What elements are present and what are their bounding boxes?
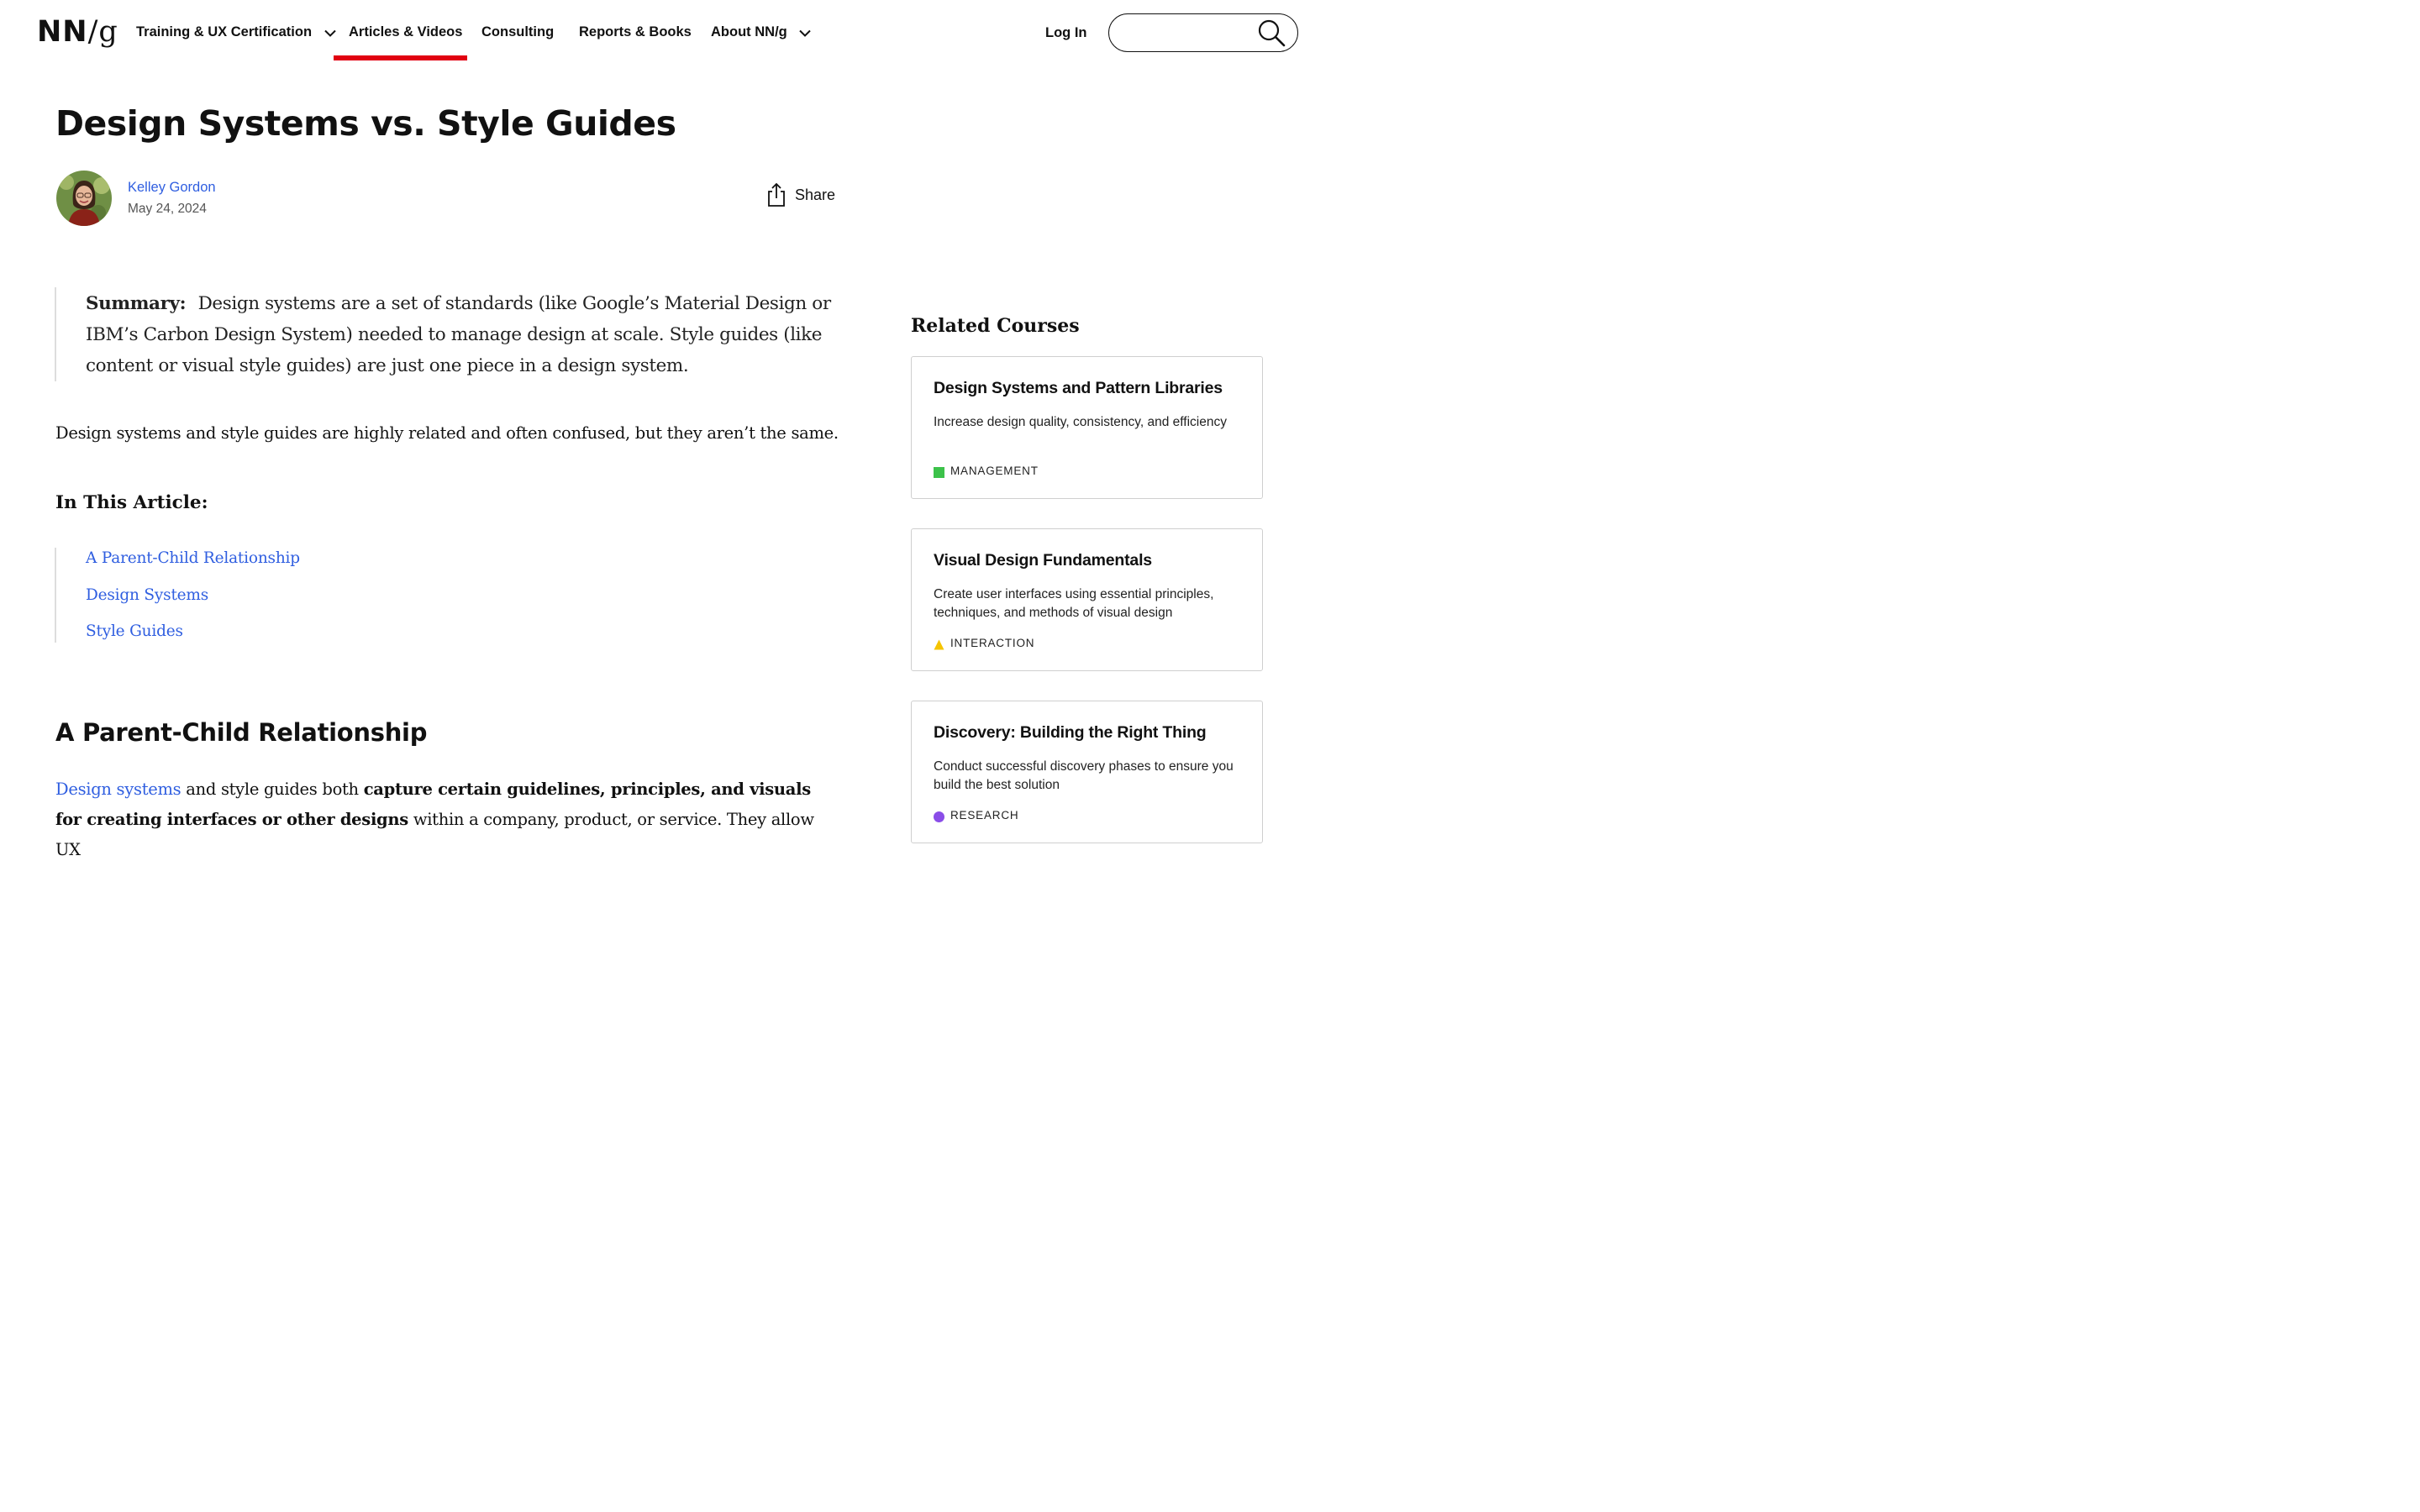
- tag-label: INTERACTION: [950, 637, 1035, 649]
- author-link[interactable]: Kelley Gordon: [128, 177, 216, 197]
- summary-label: Summary:: [86, 293, 187, 314]
- chevron-down-icon: [799, 21, 812, 45]
- circle-icon: [934, 811, 944, 822]
- intro-paragraph: Design systems and style guides are high…: [55, 423, 839, 443]
- course-title: Visual Design Fundamentals: [934, 551, 1152, 570]
- course-card[interactable]: Design Systems and Pattern Libraries Inc…: [911, 356, 1263, 499]
- nng-logo[interactable]: NN/g: [37, 12, 118, 52]
- nav-training[interactable]: Training & UX Certification: [136, 20, 336, 45]
- course-description: Conduct successful discovery phases to e…: [934, 759, 1234, 792]
- section-heading: A Parent-Child Relationship: [55, 718, 428, 747]
- summary-text: Design systems are a set of standards (l…: [86, 293, 831, 376]
- course-card[interactable]: Visual Design Fundamentals Create user i…: [911, 528, 1263, 671]
- body-paragraph: Design systems and style guides both cap…: [55, 774, 829, 865]
- share-label: Share: [795, 186, 836, 203]
- article-summary: Summary: Design systems are a set of sta…: [86, 288, 846, 381]
- tag-label: MANAGEMENT: [950, 465, 1039, 477]
- triangle-icon: [934, 638, 944, 650]
- tag-label: RESEARCH: [950, 809, 1019, 822]
- chevron-down-icon: [324, 21, 336, 45]
- nav-about-label: About NN/g: [711, 24, 787, 39]
- nav-consulting-label: Consulting: [481, 24, 555, 39]
- active-nav-indicator: [334, 55, 467, 60]
- toc-heading: In This Article:: [55, 492, 208, 513]
- course-description: Create user interfaces using essential p…: [934, 587, 1214, 620]
- page-title: Design Systems vs. Style Guides: [55, 103, 676, 144]
- design-systems-link[interactable]: Design systems: [55, 780, 182, 799]
- site-header: NN/g Training & UX Certification Article…: [0, 0, 1318, 64]
- nav-training-label: Training & UX Certification: [136, 24, 313, 39]
- author-avatar[interactable]: [56, 171, 112, 226]
- nav-reports-books[interactable]: Reports & Books: [579, 20, 692, 44]
- toc-divider: [55, 548, 56, 643]
- nav-reports-label: Reports & Books: [579, 24, 692, 39]
- square-icon: [934, 466, 944, 478]
- share-icon: [766, 182, 786, 212]
- search-input[interactable]: [1124, 21, 1259, 45]
- toc-link-design-systems[interactable]: Design Systems: [86, 584, 208, 607]
- body-text: and style guides both: [181, 780, 364, 799]
- nav-consulting[interactable]: Consulting: [481, 20, 554, 44]
- course-card[interactable]: Discovery: Building the Right Thing Cond…: [911, 701, 1263, 843]
- toc-link-style-guides[interactable]: Style Guides: [86, 620, 183, 643]
- course-title: Design Systems and Pattern Libraries: [934, 379, 1223, 397]
- nav-articles-videos[interactable]: Articles & Videos: [349, 20, 462, 44]
- related-courses-heading: Related Courses: [911, 315, 1080, 337]
- publish-date: May 24, 2024: [128, 202, 207, 216]
- toc-link-parent-child[interactable]: A Parent-Child Relationship: [86, 547, 300, 570]
- nav-about[interactable]: About NN/g: [711, 20, 812, 45]
- login-link[interactable]: Log In: [1045, 21, 1086, 45]
- summary-divider: [55, 287, 56, 381]
- course-title: Discovery: Building the Right Thing: [934, 723, 1207, 742]
- search-icon[interactable]: [1257, 18, 1286, 51]
- course-description: Increase design quality, consistency, an…: [934, 415, 1227, 429]
- nav-articles-label: Articles & Videos: [349, 24, 463, 39]
